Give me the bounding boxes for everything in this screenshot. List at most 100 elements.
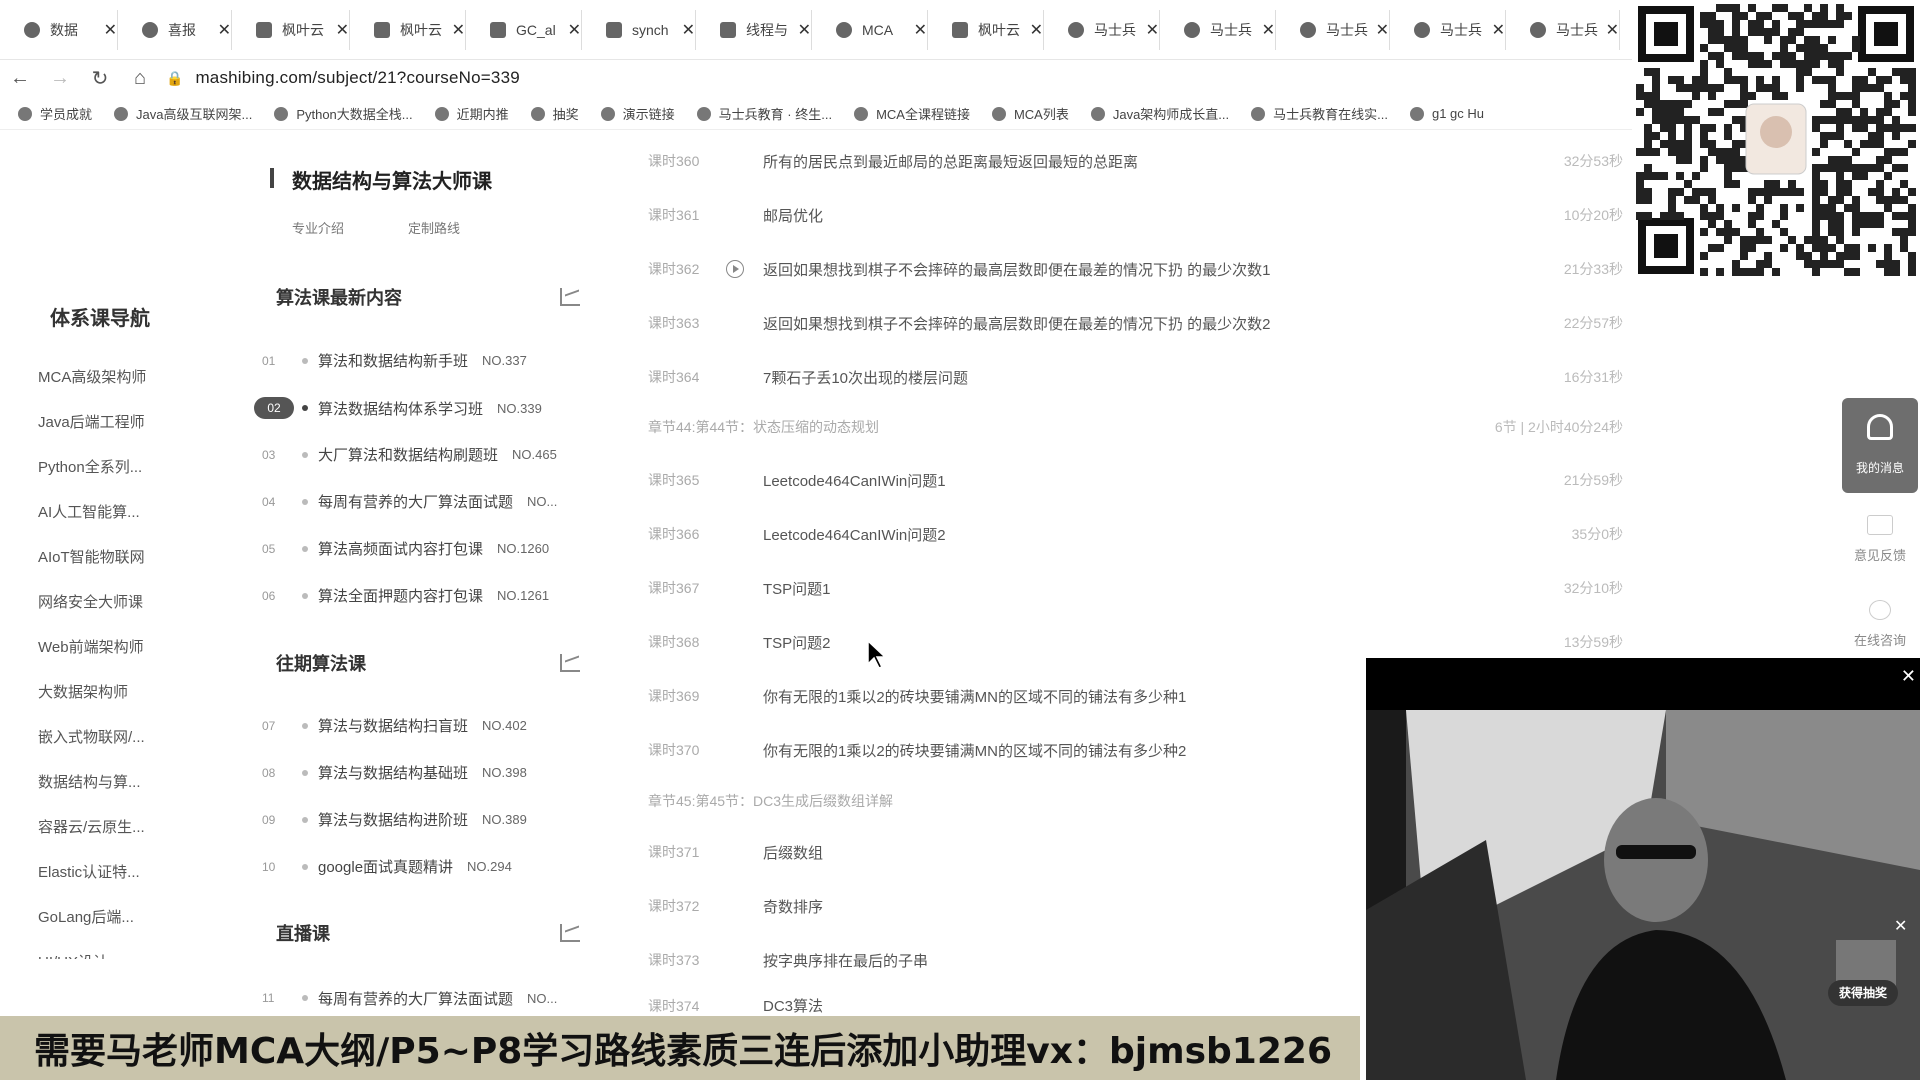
nav-item[interactable]: 数据结构与算... — [38, 771, 141, 792]
browser-tab[interactable]: 马士兵 ✕ — [1506, 10, 1620, 50]
course-row[interactable]: 06 算法全面押题内容打包课 NO.1261 — [262, 585, 549, 606]
browser-tab[interactable]: GC_al ✕ — [466, 10, 582, 50]
lesson-row[interactable]: 课时366 Leetcode464CanIWin问题2 35分0秒 — [648, 514, 1623, 554]
bookmark-item[interactable]: g1 gc Hu — [1409, 106, 1484, 121]
bookmark-item[interactable]: 马士兵教育 · 终生... — [696, 104, 832, 123]
tab-close-icon[interactable]: ✕ — [914, 20, 927, 40]
browser-tab[interactable]: synch ✕ — [582, 10, 696, 50]
consult-icon — [1869, 600, 1891, 620]
forward-icon[interactable]: → — [40, 67, 80, 90]
lesson-row[interactable]: 课时365 Leetcode464CanIWin问题1 21分59秒 — [648, 460, 1623, 500]
bookmark-item[interactable]: 近期内推 — [434, 104, 509, 123]
browser-tab[interactable]: 线程与 ✕ — [696, 10, 812, 50]
lesson-row[interactable]: 课时364 7颗石子丢10次出现的楼层问题 16分31秒 — [648, 357, 1623, 397]
nav-item[interactable]: Java后端工程师 — [38, 411, 145, 432]
webcam-video: ✕ ✕ 获得抽奖 — [1366, 658, 1920, 1080]
tab-close-icon[interactable]: ✕ — [1262, 20, 1275, 40]
chart-icon[interactable] — [560, 654, 580, 672]
browser-tab[interactable]: 枫叶云 ✕ — [350, 10, 466, 50]
lesson-row[interactable]: 课时368 TSP问题2 13分59秒 — [648, 622, 1623, 662]
play-icon[interactable] — [726, 260, 744, 278]
browser-tab[interactable]: 枫叶云 ✕ — [928, 10, 1044, 50]
nav-item[interactable]: 网络安全大师课 — [38, 591, 143, 612]
nav-item[interactable]: AI人工智能算... — [38, 501, 140, 522]
url-field[interactable]: mashibing.com/subject/21?courseNo=339 — [195, 68, 519, 88]
tab-close-icon[interactable]: ✕ — [1146, 20, 1159, 40]
nav-item[interactable]: Elastic认证特... — [38, 861, 140, 882]
browser-tab[interactable]: 马士兵 ✕ — [1390, 10, 1506, 50]
course-row[interactable]: 09 算法与数据结构进阶班 NO.389 — [262, 809, 527, 830]
reload-icon[interactable]: ↻ — [80, 66, 120, 91]
tab-close-icon[interactable]: ✕ — [1376, 20, 1389, 40]
course-row[interactable]: 10 google面试真题精讲 NO.294 — [262, 856, 512, 877]
bookmark-item[interactable]: 抽奖 — [530, 104, 579, 123]
tab-close-icon[interactable]: ✕ — [568, 20, 581, 40]
chart-icon[interactable] — [560, 924, 580, 942]
browser-tab[interactable]: 枫叶云 ✕ — [232, 10, 350, 50]
nav-item[interactable]: Python全系列... — [38, 456, 142, 477]
browser-tab[interactable]: 马士兵 ✕ — [1160, 10, 1276, 50]
chapter-header[interactable]: 章节44:第44节：状态压缩的动态规划 6节 | 2小时40分24秒 — [648, 409, 1623, 445]
nav-item[interactable]: UI/UX设计... — [38, 951, 121, 959]
online-consult-button[interactable]: 在线咨询 — [1842, 600, 1918, 658]
tab-custom-route[interactable]: 定制路线 — [408, 218, 460, 237]
nav-item[interactable]: MCA高级架构师 — [38, 366, 146, 387]
bookmark-label: MCA列表 — [1013, 107, 1069, 122]
tab-favicon-icon — [836, 22, 852, 38]
browser-tab[interactable]: 喜报 ✕ — [118, 10, 232, 50]
chapter-title: 章节45:第45节：DC3生成后缀数组详解 — [648, 793, 894, 809]
course-row[interactable]: 05 算法高频面试内容打包课 NO.1260 — [262, 538, 549, 559]
bookmark-item[interactable]: Java架构师成长直... — [1090, 104, 1229, 123]
course-row[interactable]: 02 算法数据结构体系学习班 NO.339 — [254, 397, 542, 419]
nav-item[interactable]: Web前端架构师 — [38, 636, 144, 657]
lesson-row[interactable]: 课时361 邮局优化 10分20秒 — [648, 195, 1623, 235]
bookmark-item[interactable]: MCA列表 — [991, 104, 1069, 123]
bullet-icon — [302, 995, 308, 1001]
tab-close-icon[interactable]: ✕ — [104, 20, 117, 40]
tab-close-icon[interactable]: ✕ — [1030, 20, 1043, 40]
bookmark-item[interactable]: 学员成就 — [18, 104, 92, 123]
browser-tab[interactable]: 马士兵 ✕ — [1276, 10, 1390, 50]
tab-intro[interactable]: 专业介绍 — [292, 218, 344, 237]
gift-lottery-button[interactable]: 获得抽奖 — [1828, 980, 1898, 1006]
my-messages-button[interactable]: 我的消息 — [1842, 398, 1918, 493]
tab-close-icon[interactable]: ✕ — [452, 20, 465, 40]
bookmark-item[interactable]: Python大数据全栈... — [274, 104, 413, 123]
course-row[interactable]: 07 算法与数据结构扫盲班 NO.402 — [262, 715, 527, 736]
nav-item[interactable]: 嵌入式物联网/... — [38, 726, 145, 747]
close-icon[interactable]: ✕ — [1901, 666, 1916, 687]
bookmark-item[interactable]: Java高级互联网架... — [114, 104, 252, 123]
tab-close-icon[interactable]: ✕ — [1606, 20, 1619, 40]
course-row[interactable]: 08 算法与数据结构基础班 NO.398 — [262, 762, 527, 783]
bullet-icon — [302, 592, 308, 599]
home-icon[interactable]: ⌂ — [120, 67, 160, 90]
tab-close-icon[interactable]: ✕ — [682, 20, 695, 40]
bookmark-item[interactable]: 演示链接 — [600, 104, 675, 123]
course-row[interactable]: 01 算法和数据结构新手班 NO.337 — [262, 350, 527, 371]
bookmark-item[interactable]: MCA全课程链接 — [854, 104, 970, 123]
feedback-button[interactable]: 意见反馈 — [1842, 515, 1918, 564]
nav-item[interactable]: GoLang后端... — [38, 906, 134, 927]
browser-tab[interactable]: 数据 ✕ — [0, 10, 118, 50]
lesson-row[interactable]: 课时360 所有的居民点到最近邮局的总距离最短返回最短的总距离 32分53秒 — [648, 141, 1623, 181]
tab-close-icon[interactable]: ✕ — [1492, 20, 1505, 40]
lesson-row[interactable]: 课时367 TSP问题1 32分10秒 — [648, 568, 1623, 608]
bookmark-item[interactable]: 马士兵教育在线实... — [1251, 104, 1388, 123]
nav-item[interactable]: 容器云/云原生... — [38, 816, 145, 837]
lesson-row[interactable]: 课时363 返回如果想找到棋子不会摔碎的最高层数即便在最差的情况下扔 的最少次数2… — [648, 303, 1623, 343]
nav-item[interactable]: 大数据架构师 — [38, 681, 128, 702]
nav-item[interactable]: AIoT智能物联网 — [38, 546, 145, 567]
course-row[interactable]: 04 每周有营养的大厂算法面试题 NO... — [262, 491, 557, 512]
lesson-row[interactable]: 课时362 返回如果想找到棋子不会摔碎的最高层数即便在最差的情况下扔 的最少次数1… — [648, 249, 1623, 289]
close-icon[interactable]: ✕ — [1894, 916, 1907, 936]
tab-close-icon[interactable]: ✕ — [218, 20, 231, 40]
chart-icon[interactable] — [560, 288, 580, 306]
bookmark-icon — [18, 106, 32, 121]
course-row[interactable]: 11 每周有营养的大厂算法面试题 NO... — [262, 985, 557, 1011]
tab-close-icon[interactable]: ✕ — [336, 20, 349, 40]
tab-close-icon[interactable]: ✕ — [798, 20, 811, 40]
browser-tab[interactable]: 马士兵 ✕ — [1044, 10, 1160, 50]
browser-tab[interactable]: MCA ✕ — [812, 10, 928, 50]
course-row[interactable]: 03 大厂算法和数据结构刷题班 NO.465 — [262, 444, 557, 465]
back-icon[interactable]: ← — [0, 67, 40, 90]
